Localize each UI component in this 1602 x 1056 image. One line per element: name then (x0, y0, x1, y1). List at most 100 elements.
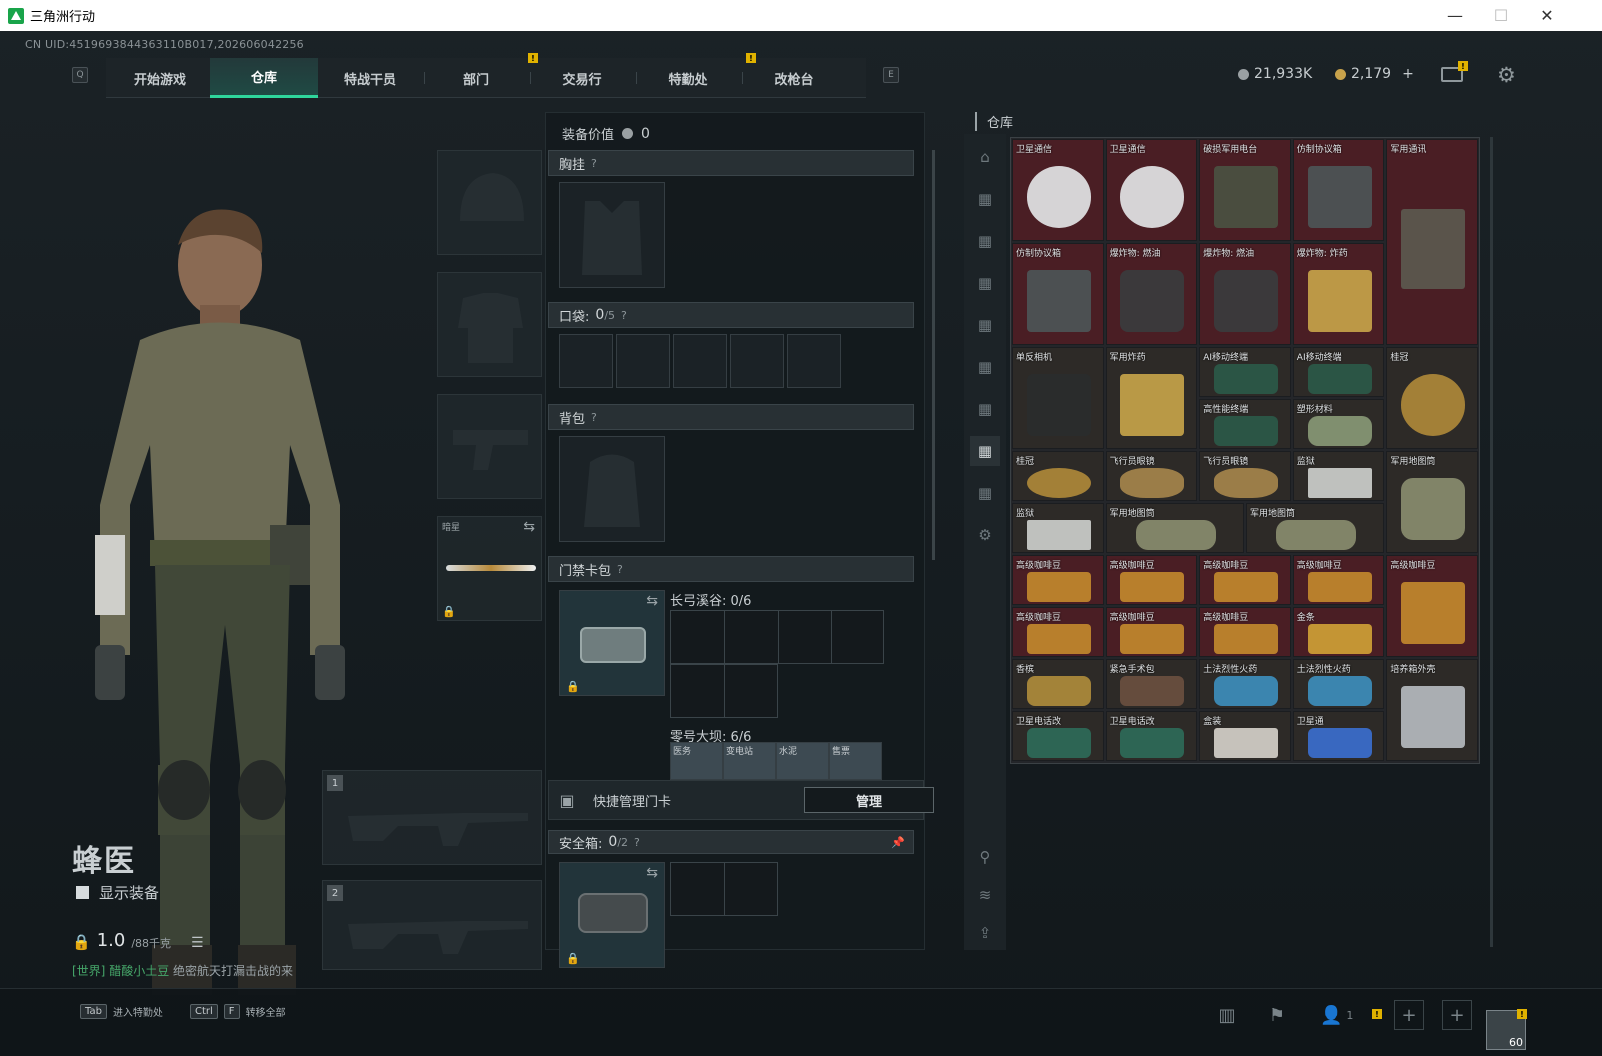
melee-slot[interactable]: 暗星 ⇆ 🔒 (437, 516, 542, 621)
keycard-item[interactable]: 水泥 (776, 742, 829, 780)
pocket-slot[interactable] (730, 334, 784, 388)
primary-weapon-slot-2[interactable]: 2 (322, 880, 542, 970)
storage-item[interactable]: 高级咖啡豆 (1292, 555, 1385, 605)
storage-item[interactable]: 卫星电话改 (1012, 711, 1104, 761)
storage-item[interactable]: 高级咖啡豆 (1199, 607, 1291, 657)
armor-slot[interactable] (437, 272, 542, 377)
tab-operators[interactable]: 特战干员 (316, 58, 424, 98)
minimize-button[interactable]: — (1432, 0, 1478, 31)
storage-scrollbar[interactable] (1490, 137, 1493, 947)
storage-item[interactable]: 仿制协议箱 (1012, 243, 1104, 345)
help-icon[interactable]: ? (617, 563, 623, 576)
helmet-slot[interactable] (437, 150, 542, 255)
keycard-item[interactable]: 变电站 (723, 742, 776, 780)
storage-settings-icon[interactable]: ⚙ (970, 520, 1000, 550)
pin-icon[interactable]: 📌 (891, 836, 905, 849)
backpack-slot[interactable] (559, 436, 665, 542)
transfer-all-button[interactable]: Ctrl F 转移全部 (190, 998, 286, 1024)
swap-icon[interactable]: ⇆ (523, 519, 535, 535)
nav-left-key[interactable]: Q (72, 67, 88, 83)
storage-item[interactable]: 破损军用电台 (1199, 139, 1291, 241)
keycard-item[interactable]: 医务 (670, 742, 723, 780)
storage-item[interactable]: 监狱 (1292, 451, 1385, 501)
loadout-scrollbar[interactable] (932, 150, 935, 560)
storage-item[interactable]: 飞行员眼镜 (1105, 451, 1198, 501)
tab-department[interactable]: 部门 (422, 58, 530, 98)
storage-tab-5-icon[interactable]: ▦ (970, 352, 1000, 382)
storage-item[interactable]: 桂冠 (1386, 347, 1478, 449)
storage-tab-8-icon[interactable]: ▦ (970, 478, 1000, 508)
storage-item[interactable]: 卫星电话改 (1105, 711, 1198, 761)
storage-tab-2-icon[interactable]: ▦ (970, 226, 1000, 256)
storage-expand-icon[interactable]: ⇪ (970, 918, 1000, 948)
storage-item[interactable]: 土法烈性火药 (1292, 659, 1385, 709)
help-icon[interactable]: ? (591, 157, 597, 170)
storage-item[interactable]: 军用地图筒 (1386, 451, 1478, 553)
flag-icon[interactable]: ⚑ (1262, 1000, 1292, 1030)
primary-weapon-slot-1[interactable]: 1 (322, 770, 542, 865)
settings-gear-icon[interactable]: ⚙ (1497, 63, 1516, 87)
storage-item[interactable]: 军用地图筒 (1105, 503, 1244, 553)
stats-icon[interactable]: ▥ (1212, 1000, 1242, 1030)
manage-button[interactable]: 管理 (804, 787, 934, 813)
weight-list-icon[interactable]: ☰ (191, 935, 204, 951)
show-equipment-toggle[interactable]: 显示装备 (76, 882, 159, 903)
add-squad-slot-button[interactable]: + (1442, 1000, 1472, 1030)
swap-icon[interactable]: ⇆ (646, 865, 658, 881)
help-icon[interactable]: ? (621, 309, 627, 322)
pocket-slot[interactable] (673, 334, 727, 388)
nav-right-key[interactable]: E (883, 67, 899, 83)
tab-gunsmith[interactable]: 改枪台 (740, 58, 848, 98)
close-button[interactable]: ✕ (1524, 0, 1570, 31)
storage-item[interactable]: 卫星通信 (1105, 139, 1198, 241)
tab-warehouse[interactable]: 仓库 (210, 58, 318, 98)
storage-item[interactable]: 金条 (1292, 607, 1385, 657)
pistol-slot[interactable] (437, 394, 542, 499)
storage-item[interactable]: 卫星通 (1292, 711, 1385, 761)
friends-button[interactable]: 👤 1 (1320, 1000, 1368, 1030)
storage-tab-7-icon[interactable]: ▦ (970, 436, 1000, 466)
storage-item[interactable]: 军用地图筒 (1246, 503, 1385, 553)
storage-item[interactable]: 香槟 (1012, 659, 1104, 709)
keycard-item[interactable]: 售票 (829, 742, 882, 780)
chat-user[interactable]: 醋酸小土豆 (109, 964, 169, 978)
storage-item[interactable]: 培养箱外壳 (1386, 659, 1478, 761)
pocket-slot[interactable] (787, 334, 841, 388)
storage-item[interactable]: AI移动终端 (1199, 347, 1291, 397)
storage-item[interactable]: 爆炸物: 燃油 (1199, 243, 1291, 345)
tab-special-ops[interactable]: 特勤处 (634, 58, 742, 98)
chest-rig-slot[interactable] (559, 182, 665, 288)
storage-item[interactable]: 军用通讯 (1386, 139, 1478, 345)
enter-special-ops-button[interactable]: Tab 进入特勤处 (80, 998, 163, 1024)
storage-item[interactable]: 塑形材料 (1292, 399, 1385, 449)
help-icon[interactable]: ? (591, 411, 597, 424)
storage-item[interactable]: AI移动终端 (1292, 347, 1385, 397)
storage-tab-3-icon[interactable]: ▦ (970, 268, 1000, 298)
add-currency-button[interactable]: + (1402, 66, 1414, 82)
storage-item[interactable]: 爆炸物: 炸药 (1292, 243, 1385, 345)
pocket-slot[interactable] (616, 334, 670, 388)
storage-item[interactable]: 高级咖啡豆 (1105, 555, 1198, 605)
keycard-bag-slot[interactable]: ⇆ 🔒 (559, 590, 665, 696)
show-equipment-checkbox[interactable] (76, 886, 89, 899)
storage-item[interactable]: 飞行员眼镜 (1199, 451, 1291, 501)
pocket-slot[interactable] (559, 334, 613, 388)
add-squad-slot-button[interactable]: + (1394, 1000, 1424, 1030)
storage-tab-6-icon[interactable]: ▦ (970, 394, 1000, 424)
storage-item[interactable]: 高级咖啡豆 (1199, 555, 1291, 605)
help-icon[interactable]: ? (634, 836, 640, 849)
storage-item[interactable]: 桂冠 (1012, 451, 1104, 501)
storage-item[interactable]: 高级咖啡豆 (1012, 555, 1104, 605)
tab-trading[interactable]: 交易行 (528, 58, 636, 98)
swap-icon[interactable]: ⇆ (646, 593, 658, 609)
storage-item[interactable]: 军用炸药 (1105, 347, 1198, 449)
storage-item[interactable]: 单反相机 (1012, 347, 1104, 449)
world-chat-line[interactable]: [世界] 醋酸小土豆 绝密航天打漏击战的来 (72, 962, 293, 979)
storage-tab-4-icon[interactable]: ▦ (970, 310, 1000, 340)
storage-tab-all-icon[interactable]: ⌂ (970, 142, 1000, 172)
storage-sort-icon[interactable]: ⚲ (970, 842, 1000, 872)
storage-item[interactable]: 高性能终端 (1199, 399, 1291, 449)
storage-item[interactable]: 土法烈性火药 (1199, 659, 1291, 709)
keycard-grid-1-row1[interactable] (670, 610, 884, 664)
storage-item[interactable]: 仿制协议箱 (1292, 139, 1385, 241)
